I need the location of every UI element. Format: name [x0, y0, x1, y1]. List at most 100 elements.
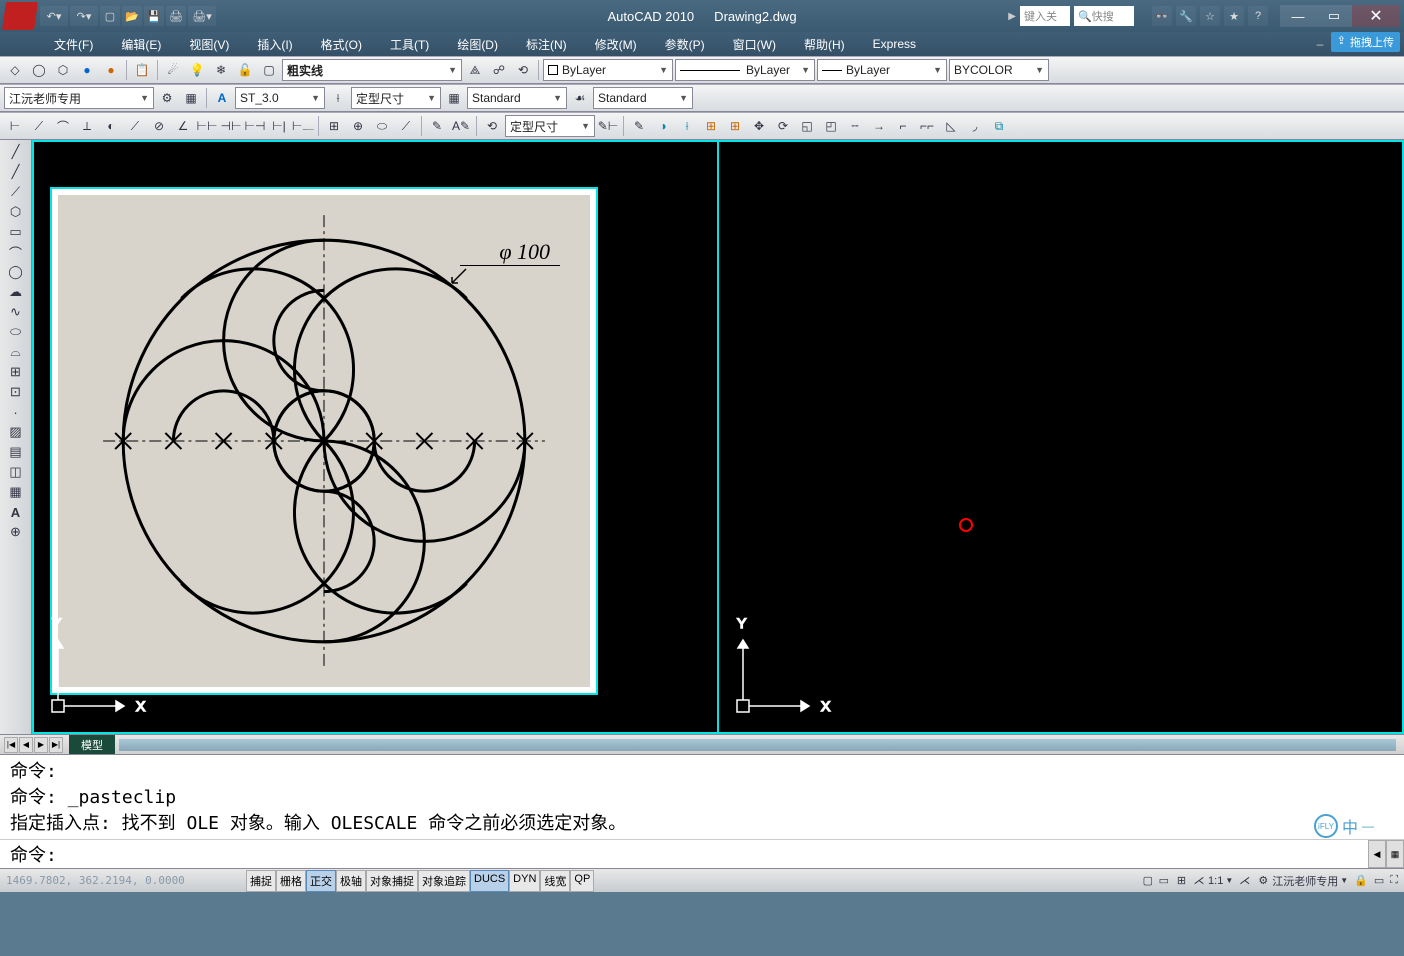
dim-override-icon[interactable]: ✎⊢	[597, 115, 619, 137]
tab-next[interactable]: ▶	[34, 737, 48, 753]
ellipse-icon[interactable]: ⬭	[2, 322, 30, 342]
modify-extend-icon[interactable]: →	[868, 115, 890, 137]
dim-space-icon[interactable]: ⊢|	[268, 115, 290, 137]
mleader-style-dropdown[interactable]: Standard▼	[593, 87, 693, 109]
modelspace-indicator[interactable]: ▢▭	[1141, 874, 1171, 887]
minimize-button[interactable]: —	[1280, 5, 1316, 27]
modify-join-icon[interactable]: ⌐⌐	[916, 115, 938, 137]
insert-block-icon[interactable]: ⊞	[2, 362, 30, 382]
search-box[interactable]: 🔍快搜	[1074, 6, 1134, 26]
ellipse-arc-icon[interactable]: ⌓	[2, 342, 30, 362]
modify-move-icon[interactable]: ✥	[748, 115, 770, 137]
props-icon[interactable]: ▦	[180, 87, 202, 109]
dim-current-dropdown[interactable]: 定型尺寸▼	[505, 115, 595, 137]
hatch-icon[interactable]: ▨	[2, 422, 30, 442]
snap-线宽[interactable]: 线宽	[540, 870, 570, 892]
jogged-linear-icon[interactable]: ⟋	[395, 115, 417, 137]
gradient-icon[interactable]: ▤	[2, 442, 30, 462]
doc-minimize[interactable]: –	[1312, 37, 1328, 51]
dim-icon-1[interactable]: ⟊	[327, 87, 349, 109]
binoculars-icon[interactable]: 👓	[1152, 6, 1172, 26]
menu-express[interactable]: Express	[859, 34, 930, 54]
open-button[interactable]: 📂	[122, 6, 142, 26]
point-icon[interactable]: ·	[2, 402, 30, 422]
annoscale[interactable]: ⋌1:1▼	[1192, 874, 1233, 887]
addsel-icon[interactable]: ⊕	[2, 522, 30, 542]
dim-arc-icon[interactable]: ⌒	[52, 115, 74, 137]
layer-props-icon[interactable]: ☄	[162, 59, 184, 81]
keyword-box[interactable]: 键入关	[1020, 6, 1070, 26]
menu-file[interactable]: 文件(F)	[40, 33, 107, 56]
dim-baseline-icon[interactable]: ⊣⊢	[220, 115, 242, 137]
ifly-widget[interactable]: iFLY 中 —	[1314, 814, 1374, 838]
modify-break-icon[interactable]: ⌐	[892, 115, 914, 137]
snap-对象捕捉[interactable]: 对象捕捉	[366, 870, 418, 892]
menu-parametric[interactable]: 参数(P)	[651, 33, 719, 56]
freeze-icon[interactable]: ❄	[210, 59, 232, 81]
drag-upload-badge[interactable]: ⇪拖拽上传	[1331, 32, 1400, 52]
revcloud-icon[interactable]: ☁	[2, 282, 30, 302]
dim-ordinate-icon[interactable]: ⟂	[76, 115, 98, 137]
new-button[interactable]: ▢	[100, 6, 120, 26]
menu-tools[interactable]: 工具(T)	[376, 33, 443, 56]
dim-radius-icon[interactable]: ◐	[100, 115, 122, 137]
qview-icon[interactable]: ⊞	[1177, 874, 1186, 887]
arc-icon[interactable]: ⌒	[2, 242, 30, 262]
key-icon[interactable]: 🔧	[1176, 6, 1196, 26]
viewport-left[interactable]: φ 100	[32, 140, 718, 734]
make-block-icon[interactable]: ⊡	[2, 382, 30, 402]
spline-icon[interactable]: ∿	[2, 302, 30, 322]
model-tab[interactable]: 模型	[69, 735, 115, 755]
layer-dropdown[interactable]: ByLayer▼	[543, 59, 673, 81]
layer-iso-icon[interactable]: ⟁	[464, 59, 486, 81]
sphere-orange-icon[interactable]: ●	[100, 59, 122, 81]
modify-scale-icon[interactable]: ◱	[796, 115, 818, 137]
save-button[interactable]: 💾	[144, 6, 164, 26]
xline-icon[interactable]: ╱	[2, 162, 30, 182]
dim-break-icon[interactable]: ⊢᎗	[292, 115, 314, 137]
clipboard-icon[interactable]: 📋	[131, 59, 153, 81]
dim-continue-icon[interactable]: ⊢⊣	[244, 115, 266, 137]
menu-draw[interactable]: 绘图(D)	[443, 33, 512, 56]
dim-edit-icon[interactable]: ✎	[426, 115, 448, 137]
modify-copy-icon[interactable]: ◑	[652, 115, 674, 137]
snap-对象追踪[interactable]: 对象追踪	[418, 870, 470, 892]
cmd-scroll-grip[interactable]: ▦	[1386, 840, 1404, 868]
dim-tedit-icon[interactable]: A✎	[450, 115, 472, 137]
tab-first[interactable]: |◀	[4, 737, 18, 753]
workspace-switch[interactable]: ⚙江沅老师专用▼	[1256, 873, 1348, 889]
rectangle-icon[interactable]: ▭	[2, 222, 30, 242]
cmd-scroll-left[interactable]: ◀	[1368, 840, 1386, 868]
snap-DUCS[interactable]: DUCS	[470, 870, 509, 892]
dim-jogged-icon[interactable]: ⟋	[124, 115, 146, 137]
modify-erase-icon[interactable]: ✎	[628, 115, 650, 137]
text-icon[interactable]: A	[211, 87, 233, 109]
table-style-dropdown[interactable]: Standard▼	[467, 87, 567, 109]
tolerance-icon[interactable]: ⊞	[323, 115, 345, 137]
inspect-icon[interactable]: ⬭	[371, 115, 393, 137]
undo-button[interactable]: ↶▾	[40, 6, 68, 26]
region-icon[interactable]: ◫	[2, 462, 30, 482]
modify-stretch-icon[interactable]: ◰	[820, 115, 842, 137]
tab-scroll-area[interactable]	[119, 739, 1396, 751]
snap-DYN[interactable]: DYN	[509, 870, 540, 892]
clean-screen-icon[interactable]: ⛶	[1390, 874, 1398, 887]
modify-array-icon[interactable]: ⊞	[724, 115, 746, 137]
modify-offset-icon[interactable]: ⊞	[700, 115, 722, 137]
linetype-dropdown[interactable]: ByLayer▼	[675, 59, 815, 81]
dim-style-dropdown-1[interactable]: 定型尺寸▼	[351, 87, 441, 109]
polygon-icon[interactable]: ⬡	[2, 202, 30, 222]
dim-diameter-icon[interactable]: ⊘	[148, 115, 170, 137]
modify-mirror-icon[interactable]: ⟊	[676, 115, 698, 137]
redo-button[interactable]: ↷▾	[70, 6, 98, 26]
menu-dimension[interactable]: 标注(N)	[512, 33, 581, 56]
help-icon[interactable]: ?	[1248, 6, 1268, 26]
dim-linear-icon[interactable]: ⊢	[4, 115, 26, 137]
center-mark-icon[interactable]: ⊕	[347, 115, 369, 137]
dim-update-icon[interactable]: ⟲	[481, 115, 503, 137]
current-layer-dropdown[interactable]: 江沅老师专用▼	[4, 87, 154, 109]
text-style-dropdown[interactable]: ST_3.0▼	[235, 87, 325, 109]
menu-format[interactable]: 格式(O)	[307, 33, 376, 56]
linetype-name-dropdown[interactable]: 粗实线▼	[282, 59, 462, 81]
bulb-icon[interactable]: 💡	[186, 59, 208, 81]
